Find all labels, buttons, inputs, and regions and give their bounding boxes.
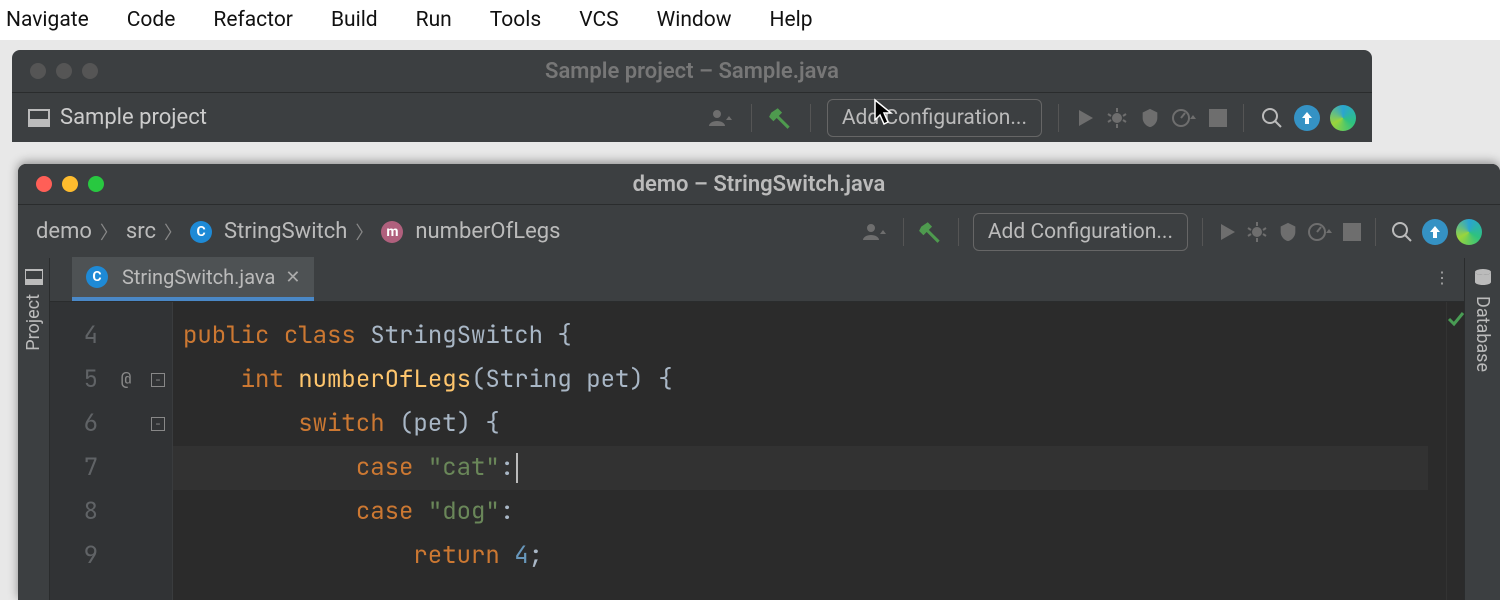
tab-label: StringSwitch.java	[122, 265, 275, 289]
chevron-right-icon: 〉	[100, 219, 118, 245]
stop-button[interactable]	[1209, 109, 1227, 127]
menu-tools[interactable]: Tools	[490, 8, 541, 32]
editor-tab-row: C StringSwitch.java ✕ ⋮	[50, 258, 1464, 302]
database-icon	[1473, 268, 1493, 288]
build-button[interactable]	[768, 105, 794, 131]
breadcrumb-method[interactable]: numberOfLegs	[415, 219, 560, 244]
close-icon[interactable]	[36, 176, 52, 192]
traffic-lights	[36, 176, 104, 192]
breadcrumb-src[interactable]: src	[126, 219, 156, 244]
os-menubar: Navigate Code Refactor Build Run Tools V…	[0, 0, 1500, 40]
coverage-button[interactable]	[1277, 221, 1299, 243]
search-icon[interactable]	[1260, 106, 1284, 130]
text-caret	[516, 453, 518, 483]
ide-logo-icon[interactable]	[1330, 105, 1356, 131]
menu-help[interactable]: Help	[770, 8, 813, 32]
window-demo: demo – StringSwitch.java demo 〉 src 〉 C …	[18, 164, 1500, 600]
project-tool-icon	[25, 268, 43, 286]
close-icon[interactable]: ✕	[285, 267, 300, 288]
stop-button[interactable]	[1343, 223, 1361, 241]
user-icon[interactable]	[705, 106, 735, 130]
zoom-icon[interactable]	[82, 63, 98, 79]
fold-toggle[interactable]: −	[151, 373, 165, 387]
user-icon[interactable]	[859, 220, 889, 244]
code-editor[interactable]: 4 5 6 7 8 9 @ − −	[50, 302, 1464, 600]
traffic-lights	[30, 63, 98, 79]
menu-navigate[interactable]: Navigate	[6, 8, 89, 32]
update-button[interactable]	[1422, 219, 1448, 245]
project-icon	[28, 109, 50, 127]
chevron-right-icon: 〉	[355, 219, 373, 245]
minimize-icon[interactable]	[62, 176, 78, 192]
fold-toggle[interactable]: −	[151, 417, 165, 431]
run-config-button[interactable]: Add Configuration...	[827, 99, 1042, 137]
project-name[interactable]: Sample project	[60, 105, 207, 130]
titlebar[interactable]: demo – StringSwitch.java	[18, 164, 1500, 204]
menu-build[interactable]: Build	[331, 8, 378, 32]
right-toolbar: Database	[1464, 258, 1500, 600]
profile-button[interactable]	[1171, 107, 1199, 129]
inspection-marker-bar[interactable]	[1446, 302, 1464, 600]
build-button[interactable]	[918, 219, 944, 245]
titlebar[interactable]: Sample project – Sample.java	[12, 50, 1372, 92]
update-button[interactable]	[1294, 105, 1320, 131]
run-button[interactable]	[1075, 108, 1095, 128]
class-icon: C	[86, 266, 108, 288]
minimize-icon[interactable]	[56, 63, 72, 79]
window-title: Sample project – Sample.java	[545, 59, 839, 84]
window-sample-project: Sample project – Sample.java Sample proj…	[12, 50, 1372, 142]
close-icon[interactable]	[30, 63, 46, 79]
debug-button[interactable]	[1245, 220, 1269, 244]
check-icon	[1447, 310, 1465, 600]
profile-button[interactable]	[1307, 221, 1335, 243]
menu-run[interactable]: Run	[416, 8, 452, 32]
menu-refactor[interactable]: Refactor	[213, 8, 293, 32]
coverage-button[interactable]	[1139, 107, 1161, 129]
search-icon[interactable]	[1390, 220, 1414, 244]
database-tool-button[interactable]: Database	[1472, 296, 1493, 372]
window-title: demo – StringSwitch.java	[633, 172, 886, 197]
more-icon[interactable]: ⋮	[1434, 268, 1450, 287]
debug-button[interactable]	[1105, 106, 1129, 130]
icon-gutter: @	[108, 302, 144, 600]
method-icon: m	[381, 221, 403, 243]
main-toolbar: Sample project Add Configuration...	[12, 92, 1372, 142]
code-content[interactable]: public class StringSwitch { int numberOf…	[173, 302, 1446, 600]
navigation-bar: demo 〉 src 〉 C StringSwitch 〉 m numberOf…	[18, 204, 1500, 258]
tab-stringswitch[interactable]: C StringSwitch.java ✕	[72, 257, 314, 301]
project-tool-button[interactable]: Project	[23, 294, 44, 351]
menu-window[interactable]: Window	[657, 8, 732, 32]
menu-code[interactable]: Code	[127, 8, 176, 32]
ide-logo-icon[interactable]	[1456, 219, 1482, 245]
override-icon[interactable]: @	[108, 358, 144, 402]
breadcrumb-class[interactable]: StringSwitch	[224, 219, 347, 244]
left-toolbar: Project	[18, 258, 50, 600]
chevron-right-icon: 〉	[164, 219, 182, 245]
run-config-button[interactable]: Add Configuration...	[973, 213, 1188, 251]
menu-vcs[interactable]: VCS	[579, 8, 618, 32]
zoom-icon[interactable]	[88, 176, 104, 192]
run-button[interactable]	[1217, 222, 1237, 242]
fold-gutter: − −	[144, 302, 172, 600]
line-number-gutter: 4 5 6 7 8 9	[50, 302, 108, 600]
breadcrumb-demo[interactable]: demo	[36, 219, 92, 244]
class-icon: C	[190, 221, 212, 243]
